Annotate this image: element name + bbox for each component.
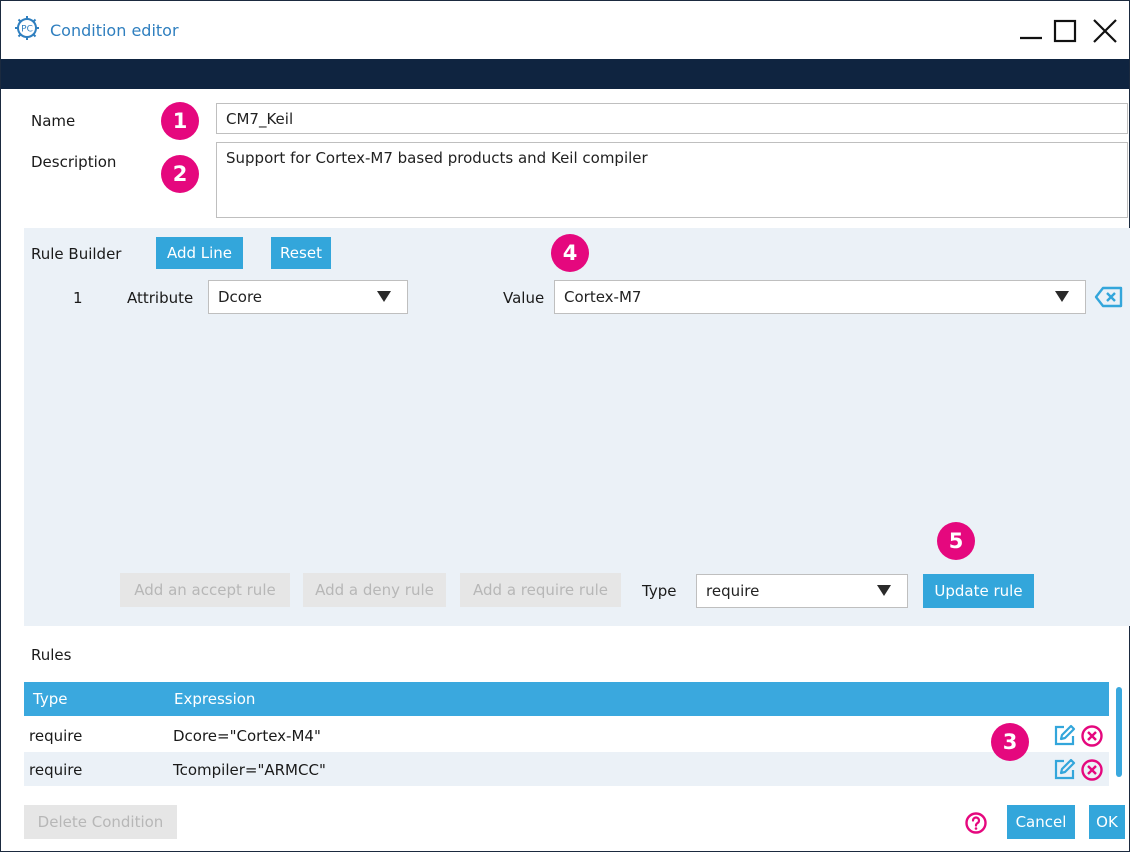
remove-circle-icon[interactable] (1080, 724, 1104, 748)
rule-type-cell: require (29, 727, 83, 745)
type-label: Type (642, 582, 677, 600)
value-select[interactable]: Cortex-M7 (554, 280, 1086, 314)
rules-table-header: Type Expression (24, 682, 1109, 716)
name-label: Name (31, 112, 76, 130)
rules-scrollbar[interactable] (1116, 687, 1122, 777)
update-rule-button[interactable]: Update rule (923, 574, 1034, 608)
dropdown-arrow-icon (377, 291, 391, 302)
description-label: Description (31, 153, 117, 171)
value-selected-value: Cortex-M7 (564, 288, 642, 306)
minimize-button[interactable] (1013, 15, 1049, 47)
rule-line-number: 1 (73, 289, 83, 307)
app-gear-icon: PC (15, 16, 39, 40)
callout-badge-3: 3 (991, 723, 1029, 761)
remove-circle-icon[interactable] (1080, 758, 1104, 782)
table-row[interactable]: require Tcompiler="ARMCC" (24, 752, 1109, 786)
title-band (1, 59, 1129, 89)
condition-editor-window: PC Condition editor Name 1 Description 2… (0, 0, 1130, 852)
column-header-expression: Expression (174, 690, 256, 708)
rule-expression-cell: Dcore="Cortex-M4" (173, 727, 321, 745)
add-accept-rule-button[interactable]: Add an accept rule (120, 573, 290, 607)
type-selected-value: require (706, 582, 760, 600)
add-deny-rule-button[interactable]: Add a deny rule (303, 573, 446, 607)
dropdown-arrow-icon (877, 585, 891, 596)
callout-badge-5: 5 (937, 522, 975, 560)
cancel-button[interactable]: Cancel (1007, 805, 1075, 839)
value-label: Value (503, 289, 545, 307)
rules-label: Rules (31, 646, 72, 664)
edit-icon[interactable] (1052, 724, 1076, 748)
close-icon (1093, 19, 1117, 43)
table-row[interactable]: require Dcore="Cortex-M4" (24, 718, 1109, 752)
dropdown-arrow-icon (1055, 291, 1069, 302)
callout-badge-1: 1 (161, 102, 199, 140)
reset-button[interactable]: Reset (271, 237, 331, 269)
delete-line-icon[interactable] (1094, 285, 1124, 309)
rule-type-cell: require (29, 761, 83, 779)
description-textarea[interactable]: Support for Cortex-M7 based products and… (216, 142, 1128, 218)
callout-badge-4: 4 (551, 234, 589, 272)
help-icon[interactable] (964, 811, 988, 835)
column-header-type: Type (33, 690, 68, 708)
attribute-label: Attribute (127, 289, 194, 307)
maximize-button[interactable] (1047, 15, 1083, 47)
rule-expression-cell: Tcompiler="ARMCC" (173, 761, 326, 779)
minimize-icon (1020, 36, 1042, 40)
delete-condition-button[interactable]: Delete Condition (24, 805, 177, 839)
ok-button[interactable]: OK (1089, 805, 1125, 839)
callout-badge-2: 2 (161, 155, 199, 193)
rule-builder-label: Rule Builder (31, 245, 122, 263)
attribute-select[interactable]: Dcore (208, 280, 408, 314)
attribute-selected-value: Dcore (218, 288, 263, 306)
add-require-rule-button[interactable]: Add a require rule (460, 573, 621, 607)
window-title: Condition editor (50, 21, 179, 40)
title-bar: PC Condition editor (1, 1, 1129, 59)
type-select[interactable]: require (696, 574, 908, 608)
app-icon-text: PC (21, 25, 33, 35)
add-line-button[interactable]: Add Line (156, 237, 243, 269)
edit-icon[interactable] (1052, 758, 1076, 782)
name-input[interactable] (216, 103, 1128, 134)
maximize-icon (1053, 19, 1077, 43)
close-button[interactable] (1087, 15, 1123, 47)
